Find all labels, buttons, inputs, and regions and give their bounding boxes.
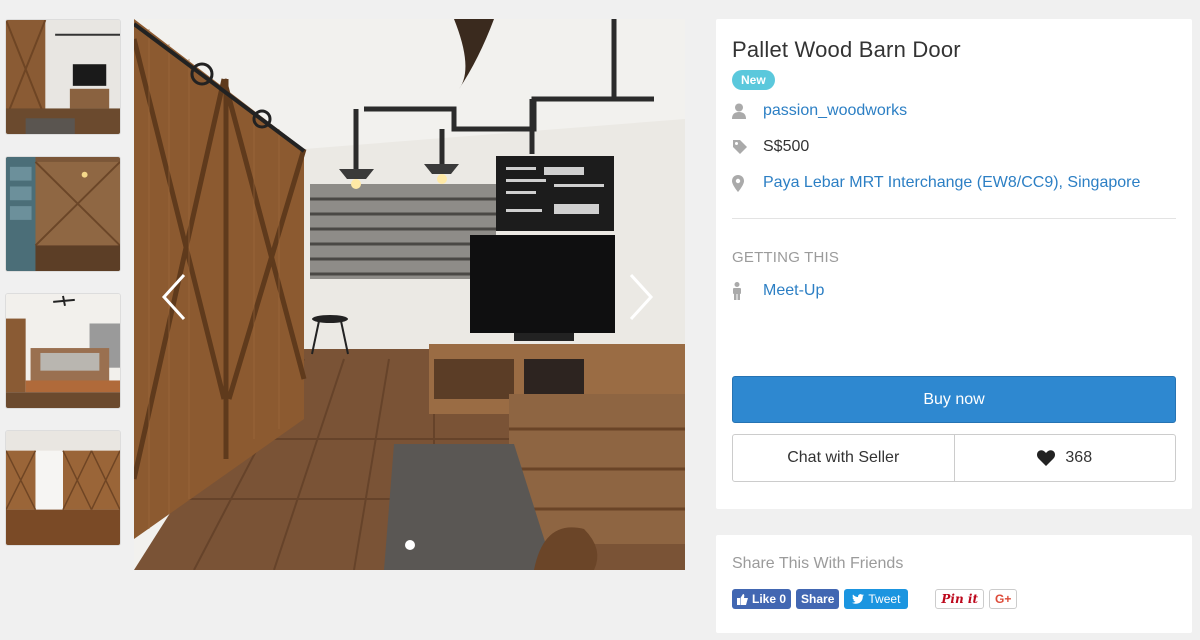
divider [732,218,1176,219]
thumbnail-1[interactable] [5,19,121,135]
buy-now-button[interactable]: Buy now [732,376,1176,423]
main-photo-carousel [134,19,685,570]
thumbnail-image [6,20,120,134]
tweet-button[interactable]: Tweet [844,589,909,609]
location-link[interactable]: Paya Lebar MRT Interchange (EW8/CC9), Si… [763,174,1140,192]
thumbs-up-icon [737,593,748,605]
facebook-share-button[interactable]: Share [796,589,840,609]
like-button[interactable]: 368 [953,435,1176,481]
thumbnail-image [6,157,120,271]
user-icon [732,103,763,119]
seller-link[interactable]: passion_woodworks [763,102,907,120]
thumbnail-4[interactable] [5,430,121,546]
price: S$500 [763,138,810,155]
seller-row: passion_woodworks [732,98,1176,124]
tag-icon [732,139,763,155]
location-row: Paya Lebar MRT Interchange (EW8/CC9), Si… [732,170,1176,196]
facebook-like-button[interactable]: Like 0 [732,589,792,609]
map-pin-icon [732,174,763,192]
chat-with-seller-button[interactable]: Chat with Seller [733,435,954,481]
thumbnail-3[interactable] [5,293,121,409]
next-image-button[interactable] [621,269,661,325]
condition-badge: New [732,70,775,90]
listing-photo [134,19,685,570]
listing-details-card: Pallet Wood Barn Door New passion_woodwo… [716,19,1192,509]
share-buttons: Like 0 Share Tweet Pin it G+ [732,589,1176,609]
pinterest-button[interactable]: Pin it [935,589,984,609]
thumbnail-image [6,294,120,408]
tweet-label: Tweet [868,592,901,606]
carousel-dot[interactable] [404,540,415,550]
share-card: Share This With Friends Like 0 Share Twe… [716,535,1192,633]
twitter-bird-icon [852,594,865,604]
meetup-row: Meet-Up [732,278,1176,304]
prev-image-button[interactable] [154,269,194,325]
listing-title: Pallet Wood Barn Door [732,37,961,62]
share-title: Share This With Friends [732,555,904,572]
meetup-link[interactable]: Meet-Up [763,282,824,300]
chevron-right-icon [629,273,654,321]
carousel-dots [134,540,685,550]
thumbnail-2[interactable] [5,156,121,272]
facebook-like-label: Like 0 [752,592,787,606]
chevron-left-icon [161,273,186,321]
price-row: S$500 [732,134,1176,160]
heart-icon [1037,450,1056,466]
getting-this-label: GETTING THIS [732,249,840,266]
google-plus-button[interactable]: G+ [989,589,1018,609]
like-count: 368 [1065,449,1093,466]
thumbnail-image [6,431,120,545]
person-icon [732,282,763,300]
thumbnail-list [5,19,121,567]
secondary-actions: Chat with Seller 368 [732,434,1176,482]
